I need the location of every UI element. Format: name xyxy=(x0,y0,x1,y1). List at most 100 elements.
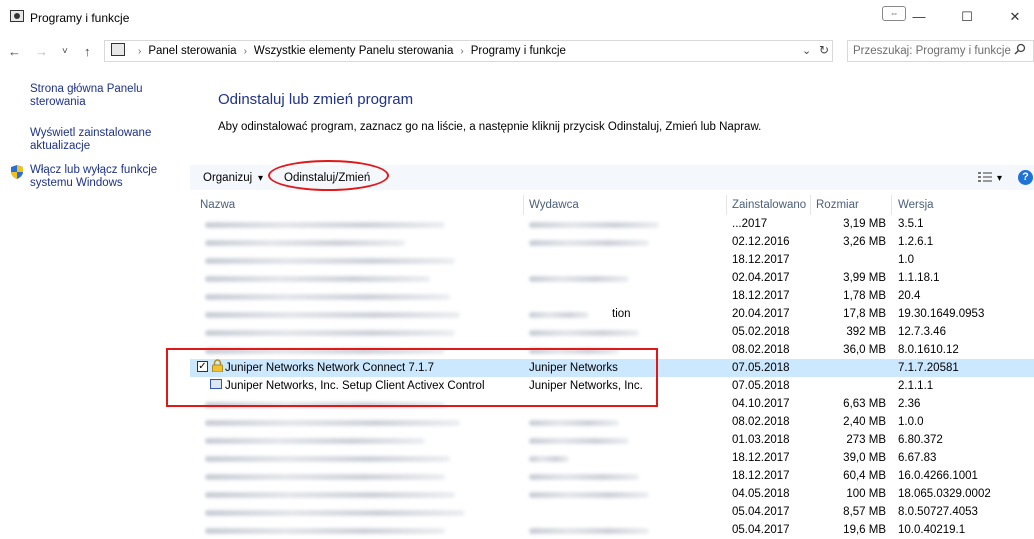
blurred-name xyxy=(205,528,445,534)
table-cell: 1.0 xyxy=(898,254,914,266)
blurred-publisher xyxy=(529,492,649,498)
minimize-button[interactable]: — xyxy=(908,8,930,26)
column-header-publisher[interactable]: Wydawca xyxy=(529,199,579,211)
table-cell: 36,0 MB xyxy=(843,344,886,356)
blurred-publisher xyxy=(529,240,649,246)
title-bar xyxy=(0,0,1034,30)
table-cell: 3,99 MB xyxy=(843,272,886,284)
close-button[interactable]: ✕ xyxy=(1004,8,1026,26)
blurred-name xyxy=(205,330,455,336)
column-header-name[interactable]: Nazwa xyxy=(200,199,235,211)
page-description: Aby odinstalować program, zaznacz go na … xyxy=(218,121,762,133)
table-cell: 01.03.2018 xyxy=(732,434,790,446)
annotation-ellipse xyxy=(268,160,389,191)
annotation-rectangle xyxy=(166,348,658,407)
table-cell: 05.04.2017 xyxy=(732,506,790,518)
view-dropdown-icon[interactable]: ▾ xyxy=(997,173,1002,184)
organize-dropdown-icon[interactable]: ▾ xyxy=(258,173,263,184)
organize-button[interactable]: Organizuj xyxy=(203,172,252,184)
blurred-publisher xyxy=(529,276,629,282)
column-divider[interactable] xyxy=(726,195,727,215)
shield-icon xyxy=(11,165,23,179)
table-cell: 100 MB xyxy=(846,488,886,500)
breadcrumb: › Panel sterowania › Wszystkie elementy Pan… xyxy=(138,45,566,57)
table-cell: 04.10.2017 xyxy=(732,398,790,410)
blurred-name xyxy=(205,240,405,246)
blurred-name xyxy=(205,312,460,318)
column-header-installed[interactable]: Zainstalowano xyxy=(732,199,806,211)
breadcrumb-item[interactable]: Wszystkie elementy Panelu sterowania xyxy=(254,45,453,57)
table-cell: 08.02.2018 xyxy=(732,416,790,428)
table-cell: ...2017 xyxy=(732,218,768,230)
search-icon[interactable] xyxy=(1014,43,1026,55)
refresh-button[interactable]: ↻ xyxy=(819,43,829,57)
table-cell: 18.12.2017 xyxy=(732,290,790,302)
breadcrumb-item[interactable]: Panel sterowania xyxy=(148,45,236,57)
table-cell: 1.1.18.1 xyxy=(898,272,940,284)
table-cell: 19,6 MB xyxy=(843,524,886,536)
breadcrumb-item[interactable]: Programy i funkcje xyxy=(471,45,566,57)
maximize-button[interactable]: ☐ xyxy=(956,8,978,26)
help-button[interactable]: ? xyxy=(1018,170,1033,185)
blurred-name xyxy=(205,294,450,300)
blurred-publisher xyxy=(529,438,629,444)
blurred-name xyxy=(205,456,450,462)
table-cell: 8.0.50727.4053 xyxy=(898,506,978,518)
table-cell: 02.04.2017 xyxy=(732,272,790,284)
table-cell: 6.67.83 xyxy=(898,452,937,464)
table-cell: 1.2.6.1 xyxy=(898,236,934,248)
column-header-version[interactable]: Wersja xyxy=(898,199,934,211)
control-panel-icon xyxy=(111,43,125,56)
table-cell: 20.4 xyxy=(898,290,921,302)
table-cell: 10.0.40219.1 xyxy=(898,524,966,536)
sidebar-item-control-panel-home[interactable]: Strona główna Panelu sterowania xyxy=(30,83,180,109)
table-cell: 3,26 MB xyxy=(843,236,886,248)
table-cell: 392 MB xyxy=(846,326,886,338)
column-header-size[interactable]: Rozmiar xyxy=(816,199,859,211)
page-title: Odinstaluj lub zmień program xyxy=(218,91,414,108)
table-cell: 04.05.2018 xyxy=(732,488,790,500)
table-cell: 02.12.2016 xyxy=(732,236,790,248)
column-divider[interactable] xyxy=(523,195,524,215)
blurred-name xyxy=(205,222,445,228)
table-cell: 7.1.7.20581 xyxy=(898,362,959,374)
blurred-name xyxy=(205,420,460,426)
blurred-publisher xyxy=(529,474,639,480)
table-cell: 18.12.2017 xyxy=(732,254,790,266)
table-cell: 19.30.1649.0953 xyxy=(898,308,985,320)
table-cell: 05.04.2017 xyxy=(732,524,790,536)
address-dropdown-icon[interactable]: ⌄ xyxy=(802,44,811,57)
table-cell: 17,8 MB xyxy=(843,308,886,320)
table-cell: 07.05.2018 xyxy=(732,380,790,392)
up-button[interactable]: ↑ xyxy=(84,44,91,59)
blurred-publisher xyxy=(529,420,619,426)
table-cell: 6.80.372 xyxy=(898,434,943,446)
table-cell: 3,19 MB xyxy=(843,218,886,230)
sidebar-item-windows-features[interactable]: Włącz lub wyłącz funkcje systemu Windows xyxy=(30,164,180,190)
search-placeholder: Przeszukaj: Programy i funkcje xyxy=(853,45,1011,57)
table-cell: 2,40 MB xyxy=(843,416,886,428)
table-cell: 1.0.0 xyxy=(898,416,924,428)
blurred-publisher xyxy=(529,312,589,318)
blurred-name xyxy=(205,510,465,516)
table-cell: 16.0.4266.1001 xyxy=(898,470,978,482)
table-cell: 39,0 MB xyxy=(843,452,886,464)
table-cell: 8,57 MB xyxy=(843,506,886,518)
view-options-icon[interactable] xyxy=(978,171,992,183)
snap-icon[interactable]: ⇔ xyxy=(882,6,906,21)
column-divider[interactable] xyxy=(810,195,811,215)
recent-locations-button[interactable]: ˅ xyxy=(62,46,68,57)
back-button[interactable]: ← xyxy=(8,44,21,59)
table-cell: 12.7.3.46 xyxy=(898,326,946,338)
table-cell: 60,4 MB xyxy=(843,470,886,482)
table-cell: 3.5.1 xyxy=(898,218,924,230)
table-cell: 08.02.2018 xyxy=(732,344,790,356)
blurred-publisher xyxy=(529,330,639,336)
table-cell: 8.0.1610.12 xyxy=(898,344,959,356)
forward-button[interactable]: → xyxy=(35,44,48,59)
sidebar-item-view-updates[interactable]: Wyświetl zainstalowane aktualizacje xyxy=(30,127,180,153)
table-cell: tion xyxy=(612,308,631,320)
table-cell: 2.1.1.1 xyxy=(898,380,934,392)
column-divider[interactable] xyxy=(891,195,892,215)
window-title: Programy i funkcje xyxy=(30,11,130,25)
